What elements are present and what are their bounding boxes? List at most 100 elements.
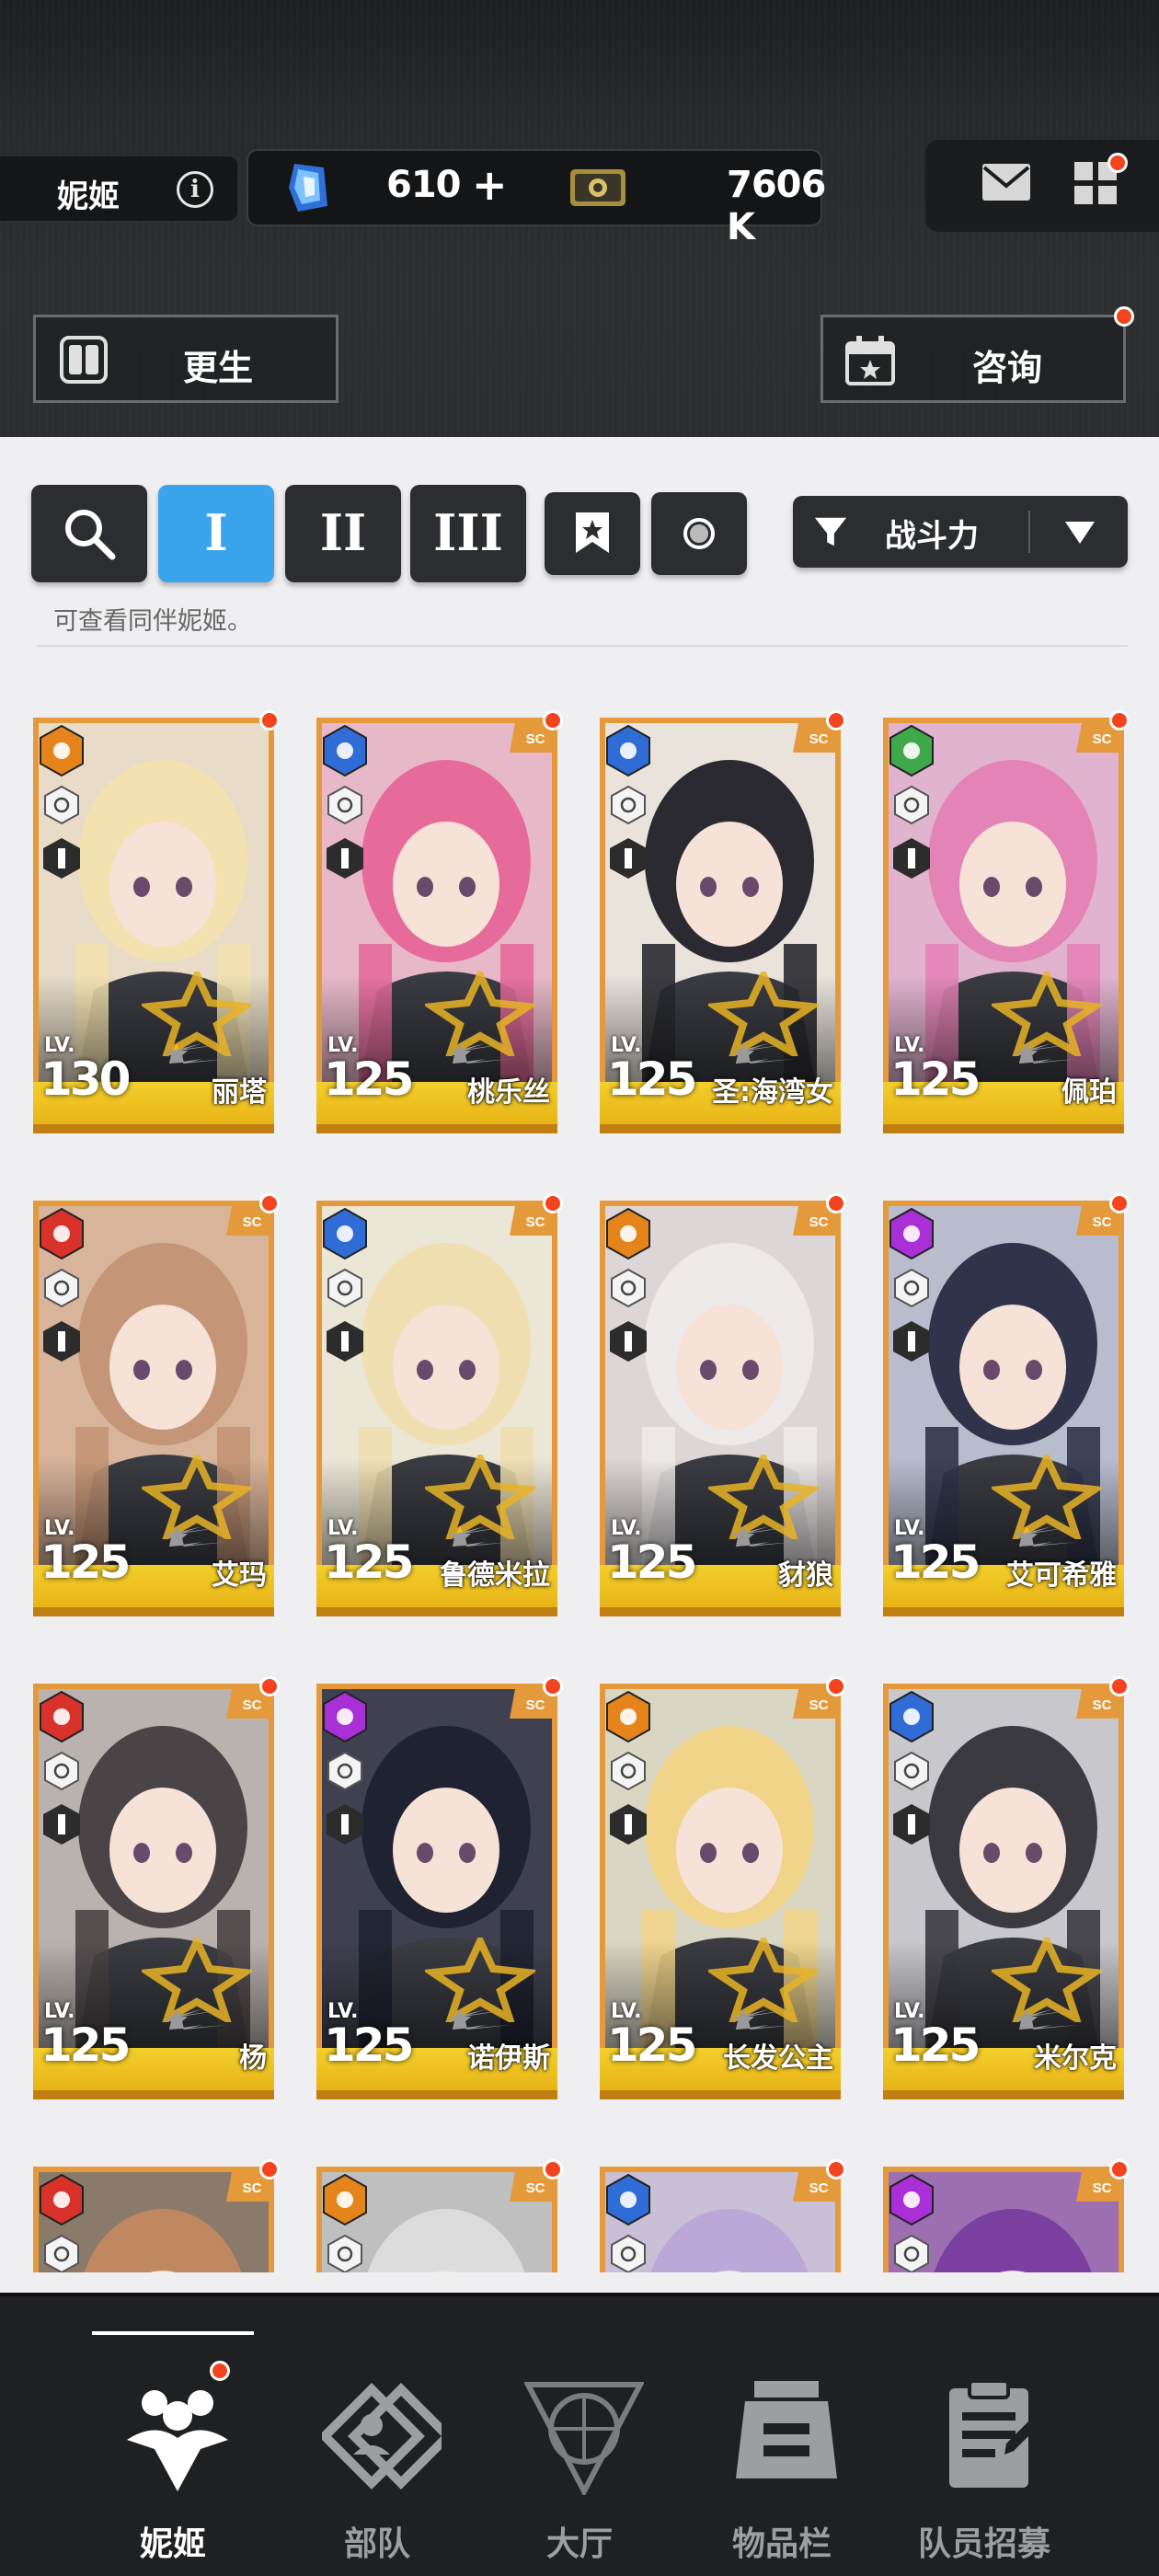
search-button[interactable] [31, 485, 147, 582]
character-name: 艾可希雅 [1006, 1559, 1117, 1592]
level-value: 125 [324, 1052, 414, 1106]
nikke-card[interactable]: LV. 125 米尔克 SC [883, 1665, 1130, 2099]
character-name: 长发公主 [723, 2042, 833, 2075]
burst-rank-icon [610, 838, 647, 879]
sort-dropdown[interactable]: 战斗力 [793, 496, 1128, 568]
bookmark-icon [576, 512, 609, 553]
star-rating [732, 1043, 795, 1064]
element-water-icon [323, 725, 367, 776]
sort-label: 战斗力 [885, 518, 979, 555]
burst-rank-icon [610, 1804, 647, 1845]
weapon-class-icon [44, 1752, 79, 1790]
level-value: 130 [40, 1052, 131, 1106]
nikke-card[interactable]: SC [33, 2148, 280, 2272]
nikke-card[interactable]: SC [883, 2148, 1130, 2272]
nav-recruit-label: 队员招募 [917, 2525, 1050, 2563]
squad-icon [322, 2383, 442, 2490]
card-notification-dot [259, 1676, 280, 1696]
nikke-card[interactable]: SC [600, 2148, 846, 2272]
chevron-down-icon [1065, 522, 1095, 544]
nikke-card[interactable]: LV. 125 圣:海湾女 SC [600, 699, 846, 1133]
tier-2-tab[interactable]: II [285, 485, 401, 582]
element-iron-icon [606, 1691, 650, 1742]
nikke-card[interactable]: LV. 125 长发公主 SC [600, 1665, 846, 2099]
card-notification-dot [543, 1193, 563, 1213]
nav-recruit[interactable]: 队员招募 [883, 2329, 1085, 2563]
star-icon [166, 1526, 228, 1547]
weapon-class-icon [44, 786, 79, 824]
star-icon [732, 2009, 795, 2030]
card-notification-dot [1109, 1676, 1130, 1696]
nikke-card[interactable]: LV. 125 艾可希雅 SC [883, 1182, 1130, 1616]
svg-text:SC: SC [526, 2180, 545, 2196]
weapon-class-icon [894, 1752, 929, 1790]
nikke-card[interactable]: LV. 130 丽塔 [33, 699, 280, 1133]
nikke-card[interactable]: LV. 125 艾玛 SC [33, 1182, 280, 1616]
element-iron-icon [323, 2174, 367, 2225]
nikke-card[interactable]: LV. 125 诺伊斯 SC [316, 1665, 563, 2099]
nav-inventory[interactable]: 物品栏 [681, 2329, 883, 2563]
nikke-notification-dot [210, 2361, 230, 2381]
bookmark-filter-button[interactable] [545, 492, 640, 575]
weapon-class-icon [894, 2235, 929, 2272]
card-notification-dot [826, 1676, 846, 1696]
nikke-card[interactable]: LV. 125 佩珀 SC [883, 699, 1130, 1133]
nikke-card[interactable]: LV. 125 豺狼 SC [600, 1182, 846, 1616]
search-icon [65, 510, 116, 560]
element-electric-icon [889, 2174, 934, 2225]
nikke-card[interactable]: LV. 125 杨 SC [33, 1665, 280, 2099]
nav-squad[interactable]: 部队 [276, 2329, 478, 2563]
burst-rank-icon [610, 1321, 647, 1362]
level-value: 125 [324, 1535, 414, 1589]
burst-rank-icon [43, 1321, 80, 1362]
tier-2-label: II [319, 503, 367, 562]
tier-3-label: III [433, 503, 503, 562]
nav-nikke[interactable]: 妮姬 [72, 2329, 274, 2563]
star-rating [1016, 1043, 1078, 1064]
rebirth-button[interactable]: 更生 [33, 315, 339, 403]
star-icon [166, 2009, 228, 2030]
card-notification-dot [543, 1676, 563, 1696]
tier-1-tab[interactable]: I [158, 485, 274, 582]
burst-rank-icon [327, 1321, 363, 1362]
gem-icon [289, 164, 327, 212]
svg-text:SC: SC [1093, 2180, 1112, 2196]
nikke-card[interactable]: LV. 125 桃乐丝 SC [316, 699, 563, 1133]
star-icon [732, 1043, 795, 1064]
burst-rank-icon [893, 1321, 930, 1362]
nav-lobby-label: 大厅 [545, 2525, 613, 2563]
star-rating [732, 1526, 795, 1547]
star-icon [166, 1043, 228, 1064]
element-iron-icon [40, 725, 84, 776]
weapon-class-icon [894, 1269, 929, 1307]
lobby-icon [524, 2382, 644, 2495]
star-rating [166, 1526, 228, 1547]
gem-add-button[interactable]: + [472, 160, 508, 210]
element-water-icon [323, 1208, 367, 1259]
star-icon [449, 1043, 511, 1064]
card-notification-dot [259, 1193, 280, 1213]
record-filter-button[interactable] [651, 492, 747, 575]
consult-button[interactable]: 咨询 [820, 306, 1134, 403]
bottom-navigation: 妮姬 部队 大厅 物品栏 队员招募 [0, 2293, 1159, 2576]
character-name: 圣:海湾女 [712, 1076, 833, 1109]
card-notification-dot [259, 2159, 280, 2179]
mail-icon[interactable] [981, 162, 1032, 202]
system-buttons [925, 140, 1159, 232]
nav-lobby[interactable]: 大厅 [478, 2329, 681, 2563]
svg-text:SC: SC [809, 2180, 829, 2196]
burst-rank-icon [893, 1804, 930, 1845]
calendar-icon [845, 336, 895, 385]
character-name: 杨 [239, 2042, 267, 2075]
svg-text:SC: SC [809, 1697, 829, 1713]
svg-text:SC: SC [243, 2180, 262, 2196]
weapon-class-icon [44, 2235, 79, 2272]
element-electric-icon [889, 1208, 934, 1259]
tier-3-tab[interactable]: III [410, 485, 526, 582]
info-icon[interactable]: i [177, 171, 213, 208]
element-water-icon [889, 1691, 934, 1742]
svg-text:SC: SC [526, 731, 545, 747]
nikke-card[interactable]: SC [316, 2148, 563, 2272]
nikke-card[interactable]: LV. 125 鲁德米拉 SC [316, 1182, 563, 1616]
star-rating [449, 1526, 511, 1547]
